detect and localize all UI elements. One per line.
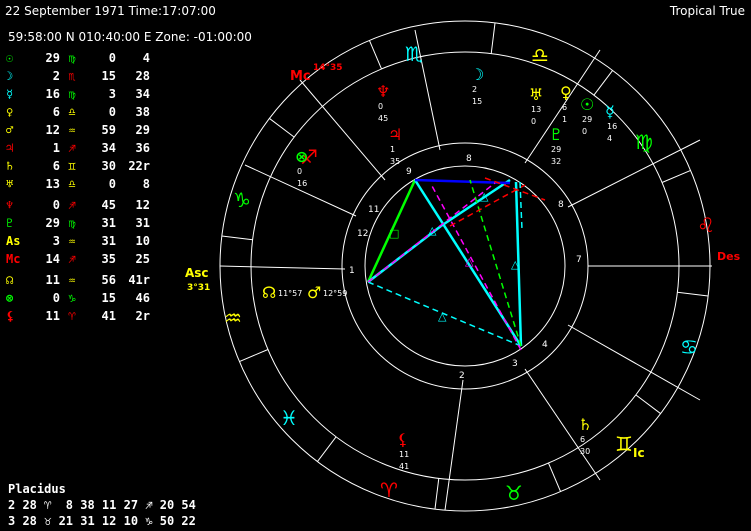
wheel-planet-glyph-5: ♇ — [549, 125, 563, 144]
zodiac-glyph-8: ♋ — [680, 335, 698, 359]
zodiac-glyph-11: ♈ — [380, 478, 398, 502]
cusp-line-8 — [567, 139, 701, 208]
wheel-planet-degree-8: 0 — [297, 167, 302, 176]
wheel-planet-minutes-2: 1 — [562, 115, 567, 124]
house-number-11: 11 — [368, 205, 379, 215]
natal-wheel: □ △ △ △ △ △ 123478891112 ♒♑♐♏ ♎♍♌♋♊♉♈♓ As… — [185, 20, 741, 512]
wheel-planet-minutes-3: 0 — [582, 127, 587, 136]
wheel-planet-degree-4: 16 — [607, 122, 617, 131]
wheel-planet-degree-10: 12°59 — [323, 289, 347, 298]
zodiac-glyph-2: ♑ — [233, 188, 251, 212]
zodiac-divider — [635, 394, 661, 414]
zodiac-divider — [661, 169, 691, 183]
wheel-planet-degree-11: 11 — [399, 450, 409, 459]
zodiac-glyph-10: ♉ — [505, 481, 523, 505]
house-number-2: 2 — [459, 371, 465, 381]
zodiac-glyph-4: ♏ — [405, 42, 423, 66]
wheel-planet-degree-1: 13 — [531, 105, 541, 114]
wheel-planet-degree-3: 29 — [582, 115, 592, 124]
wheel-planet-glyph-8: ⊗ — [295, 147, 308, 166]
wheel-planet-degree-0: 2 — [472, 85, 477, 94]
zodiac-glyph-9: ♊ — [615, 432, 633, 456]
zodiac-divider — [548, 462, 562, 492]
wheel-planet-degree-7: 1 — [390, 145, 395, 154]
wheel-planet-degree-2: 6 — [562, 103, 567, 112]
house-number-12: 12 — [357, 229, 368, 239]
zodiac-divider — [434, 478, 440, 510]
wheel-planet-degree-9: 11°57 — [278, 289, 302, 298]
wheel-planet-degree-12: 6 — [580, 435, 585, 444]
zodiac-glyph-1: ♒ — [224, 306, 242, 330]
zodiac-divider — [269, 118, 295, 138]
wheel-planet-minutes-8: 16 — [297, 179, 307, 188]
zodiac-divider — [221, 235, 253, 241]
wheel-planet-glyph-6: ♆ — [376, 82, 390, 101]
wheel-planet-minutes-12: 30 — [580, 447, 590, 456]
wheel-planet-degree-5: 29 — [551, 145, 561, 154]
house-number-9: 9 — [406, 167, 412, 177]
asc-label: Asc — [185, 266, 209, 280]
wheel-planet-minutes-1: 0 — [531, 117, 536, 126]
cusp-line-1 — [219, 265, 346, 270]
mc-label: Mc — [290, 69, 311, 84]
house-number-1: 1 — [349, 266, 355, 276]
wheel-planet-glyph-9: ☊ — [262, 283, 276, 302]
wheel-planet-minutes-6: 45 — [378, 114, 388, 123]
wheel-planet-minutes-7: 35 — [390, 157, 400, 166]
wheel-planet-glyph-3: ☉ — [580, 95, 594, 114]
wheel-planet-glyph-7: ♃ — [388, 125, 402, 144]
zodiac-divider — [368, 40, 382, 70]
aspect-glyph-6: △ — [465, 255, 474, 268]
wheel-planet-glyph-0: ☽ — [470, 65, 484, 84]
aspect-glyph-2: △ — [428, 224, 437, 237]
zodiac-divider — [593, 70, 613, 96]
zodiac-divider — [239, 349, 269, 363]
aspect-line-cyan-3 — [440, 178, 511, 228]
ic-label: Ic — [633, 446, 645, 460]
zodiac-glyph-6: ♍ — [635, 130, 653, 154]
wheel-planet-glyph-12: ♄ — [578, 415, 592, 434]
wheel-planet-degree-6: 0 — [378, 102, 383, 111]
wheel-planet-glyph-11: ⚸ — [397, 430, 409, 449]
wheel-planet-minutes-11: 41 — [399, 462, 409, 471]
asc-degree: 3°31 — [187, 283, 210, 293]
zodiac-divider — [677, 291, 709, 297]
aspect-glyph-5: △ — [438, 310, 447, 323]
wheel-planet-glyph-10: ♂ — [307, 283, 321, 302]
house-number-8: 8 — [558, 200, 564, 210]
wheel-planet-glyph-1: ♅ — [529, 85, 543, 104]
zodiac-glyph-7: ♌ — [697, 213, 715, 237]
house-number-4: 4 — [542, 340, 548, 350]
wheel-planet-minutes-4: 4 — [607, 134, 612, 143]
house-number-8: 8 — [466, 154, 472, 164]
cusp-line-2 — [444, 379, 464, 511]
zodiac-divider — [490, 22, 496, 54]
aspect-glyph-3: △ — [480, 190, 489, 203]
house-number-7: 7 — [576, 255, 582, 265]
zodiac-divider — [317, 436, 337, 462]
zodiac-glyph-5: ♎ — [531, 43, 549, 67]
wheel-planet-glyph-4: ☿ — [605, 102, 615, 121]
wheel-planet-glyph-2: ♀ — [560, 83, 572, 102]
aspect-line-cyan-dash-2 — [519, 181, 523, 231]
wheel-planet-minutes-0: 15 — [472, 97, 482, 106]
wheel-planet-minutes-5: 32 — [551, 157, 561, 166]
des-label: Des — [717, 250, 741, 263]
mc-degree: 14°35 — [313, 63, 343, 73]
aspect-glyph-1: □ — [389, 227, 399, 240]
aspect-glyph-4: △ — [511, 258, 520, 271]
house-number-3: 3 — [512, 359, 518, 369]
zodiac-glyph-12: ♓ — [280, 406, 298, 430]
